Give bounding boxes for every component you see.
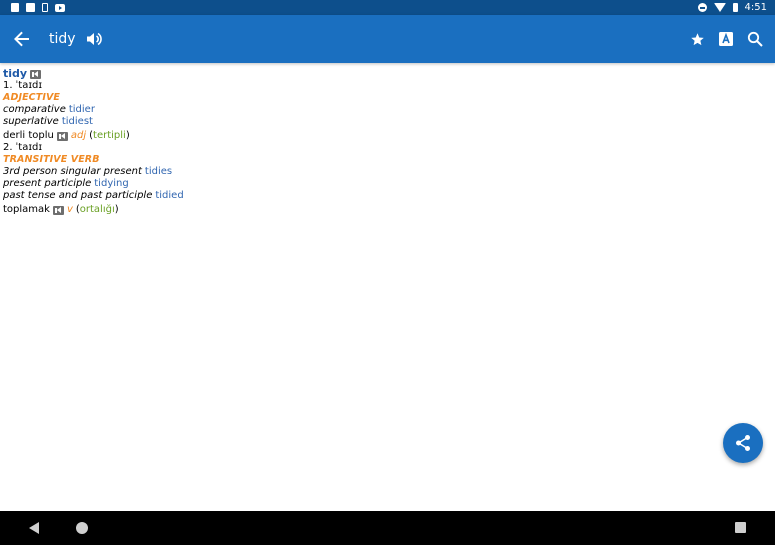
form-link[interactable]: tidied [155, 190, 183, 202]
form-label: superlative [3, 116, 59, 127]
form-label: past tense and past participle [3, 190, 153, 201]
youtube-icon [55, 3, 65, 12]
nav-recents-button[interactable] [735, 522, 746, 533]
pos-label: TRANSITIVE VERB [3, 154, 772, 166]
nav-home-button[interactable] [76, 522, 88, 534]
pronunciation: ˈtaɪdɪ [15, 142, 43, 153]
sense-2-header: 2. ˈtaɪdɪ [3, 142, 772, 154]
sense-number: 2. [3, 142, 13, 153]
translation: toplamak [3, 204, 50, 215]
speaker-icon[interactable] [86, 31, 102, 47]
photo-icon [26, 3, 35, 12]
search-icon [747, 31, 763, 47]
form-label: comparative [3, 104, 66, 115]
dictionary-entry: tidy 1. ˈtaɪdɪ ADJECTIVE comparative tid… [0, 64, 775, 511]
translation: derli toplu [3, 130, 54, 141]
headword: tidy [3, 67, 28, 80]
note-close-paren: ) [114, 204, 119, 215]
translation-note: ortalığı [79, 204, 115, 215]
form-label: present participle [3, 178, 92, 189]
translation-note: tertipli [93, 130, 126, 141]
status-bar: 4:51 [0, 0, 775, 15]
favorite-button[interactable] [686, 28, 708, 50]
translation-pos: v [66, 204, 73, 215]
status-left [11, 3, 65, 12]
speaker-icon[interactable] [52, 205, 64, 215]
font-size-button[interactable] [715, 28, 737, 50]
pronunciation: ˈtaɪdɪ [15, 80, 43, 91]
dnd-icon [697, 3, 707, 12]
back-button[interactable] [11, 28, 33, 50]
form-link[interactable]: tidying [94, 178, 128, 190]
search-button[interactable] [744, 28, 766, 50]
sense-1-header: 1. ˈtaɪdɪ [3, 80, 772, 92]
phone-icon [42, 3, 48, 12]
note-close-paren: ) [125, 130, 130, 141]
translation-line: derli toplu adj ( tertipli ) [3, 130, 772, 142]
sim-icon [11, 3, 19, 12]
navigation-bar [0, 511, 775, 545]
translation-line: toplamak v ( ortalığı ) [3, 204, 772, 216]
pos-label: ADJECTIVE [3, 92, 772, 104]
part-of-speech: TRANSITIVE VERB [3, 154, 100, 165]
search-term-title: tidy [49, 31, 76, 47]
status-time: 4:51 [744, 2, 767, 13]
form-link[interactable]: tidiest [62, 116, 93, 128]
battery-icon [732, 3, 738, 12]
font-icon [719, 32, 733, 46]
form-link[interactable]: tidier [69, 104, 95, 116]
app-bar: tidy [0, 15, 775, 63]
star-icon [690, 32, 704, 45]
status-right: 4:51 [697, 2, 767, 13]
share-icon [736, 435, 750, 451]
share-button[interactable] [723, 423, 763, 463]
sense-number: 1. [3, 80, 13, 91]
part-of-speech: ADJECTIVE [3, 92, 60, 103]
headword-line: tidy [3, 68, 772, 80]
form-line: past tense and past participle tidied [3, 190, 772, 202]
form-line: present participle tidying [3, 178, 772, 190]
form-line: 3rd person singular present tidies [3, 166, 772, 178]
nav-back-button[interactable] [29, 522, 39, 534]
translation-pos: adj [70, 130, 87, 141]
back-arrow-icon [14, 31, 29, 47]
wifi-icon [713, 3, 726, 12]
speaker-icon[interactable] [56, 131, 68, 141]
form-label: 3rd person singular present [3, 166, 142, 177]
form-line: superlative tidiest [3, 116, 772, 128]
form-line: comparative tidier [3, 104, 772, 116]
form-link[interactable]: tidies [145, 166, 172, 178]
speaker-icon[interactable] [30, 69, 42, 79]
